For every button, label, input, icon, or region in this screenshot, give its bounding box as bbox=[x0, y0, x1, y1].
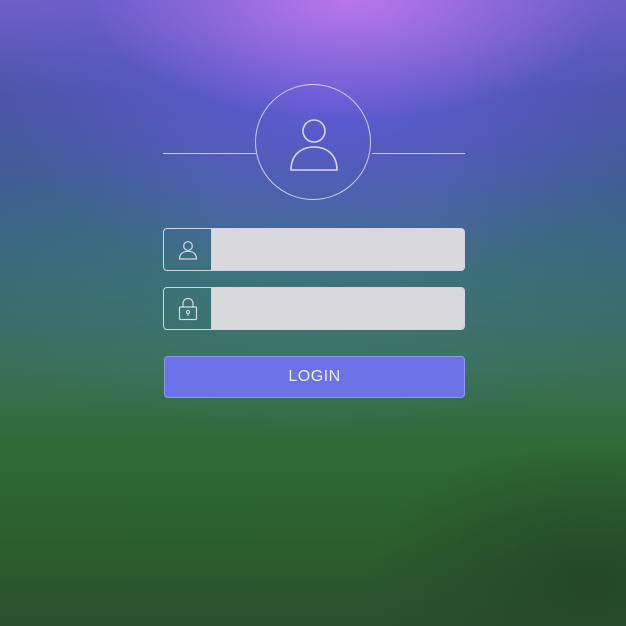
password-icon-box bbox=[164, 288, 212, 329]
username-input[interactable] bbox=[212, 229, 464, 270]
user-icon bbox=[290, 119, 338, 171]
login-screen: LOGIN bbox=[0, 0, 626, 626]
password-field bbox=[163, 287, 465, 330]
username-field bbox=[163, 228, 465, 271]
divider-line-right bbox=[372, 153, 465, 154]
login-button[interactable]: LOGIN bbox=[164, 356, 465, 398]
padlock-icon bbox=[178, 297, 197, 320]
user-icon bbox=[178, 240, 197, 260]
username-icon-box bbox=[164, 229, 212, 270]
avatar bbox=[255, 84, 371, 200]
password-input[interactable] bbox=[212, 288, 464, 329]
divider-line-left bbox=[163, 153, 256, 154]
